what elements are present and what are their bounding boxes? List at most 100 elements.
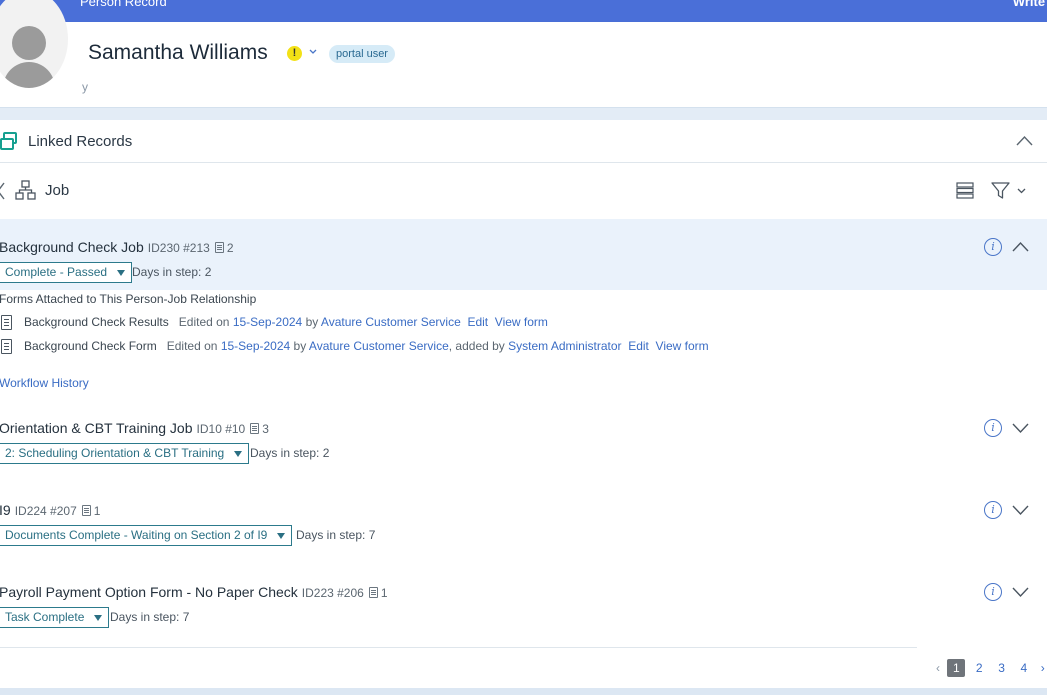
- page-2[interactable]: 2: [970, 659, 989, 677]
- document-icon: [368, 587, 378, 598]
- job-subheader: Job: [0, 163, 1047, 219]
- chevron-down-icon[interactable]: [1012, 423, 1029, 434]
- days-in-step: Days in step: 7: [110, 610, 190, 624]
- status-value: 2: Scheduling Orientation & CBT Training: [5, 446, 225, 460]
- caret-down-icon: [94, 615, 103, 621]
- status-value: Documents Complete - Waiting on Section …: [5, 528, 268, 542]
- job-title-line: I9 ID224 #207 1: [0, 502, 100, 518]
- subsection-title: Job: [45, 182, 70, 199]
- info-icon[interactable]: i: [984, 501, 1002, 519]
- attached-forms: Forms Attached to This Person-Job Relati…: [0, 290, 1047, 400]
- job-id: ID230 #213: [147, 241, 210, 255]
- avatar: [0, 0, 68, 88]
- person-name: Samantha Williams: [88, 41, 268, 64]
- form-name: Background Check Form: [24, 339, 157, 353]
- alert-icon[interactable]: !: [287, 46, 302, 61]
- job-row[interactable]: I9 ID224 #207 1 Documents Complete - Waiti…: [0, 482, 1047, 562]
- top-bar: Person Record Write t: [0, 0, 1047, 22]
- job-id: ID10 #10: [196, 422, 246, 436]
- person-header: Samantha Williams ! portal user: [0, 0, 1047, 88]
- edit-link[interactable]: Edit: [628, 339, 649, 353]
- editor-link[interactable]: Avature Customer Service: [309, 339, 449, 353]
- form-count: 2: [226, 241, 234, 255]
- view-form-link[interactable]: View form: [495, 315, 548, 329]
- status-dropdown[interactable]: 2: Scheduling Orientation & CBT Training: [0, 443, 250, 464]
- added-by-label: , added by: [448, 339, 505, 353]
- days-in-step: Days in step: 7: [296, 528, 376, 542]
- avatar-body: [3, 62, 55, 88]
- days-in-step: Days in step: 2: [250, 446, 330, 460]
- editor-link[interactable]: Avature Customer Service: [321, 315, 461, 329]
- job-id: ID224 #207: [14, 504, 77, 518]
- next-page-icon[interactable]: ›: [1037, 659, 1047, 677]
- edited-date-link[interactable]: 15-Sep-2024: [221, 339, 290, 353]
- status-value: Task Complete: [5, 610, 85, 624]
- avatar-head: [12, 26, 46, 60]
- job-row[interactable]: Payroll Payment Option Form - No Paper C…: [0, 564, 1047, 644]
- caret-down-icon: [234, 451, 243, 457]
- by-label: by: [305, 315, 319, 329]
- edited-date-link[interactable]: 15-Sep-2024: [233, 315, 302, 329]
- chevron-down-icon[interactable]: [1012, 587, 1029, 598]
- job-id: ID223 #206: [301, 586, 364, 600]
- job-title[interactable]: Orientation & CBT Training Job: [0, 420, 193, 436]
- bottom-bar: [0, 688, 1047, 695]
- document-icon: [250, 423, 260, 434]
- job-title-line: Payroll Payment Option Form - No Paper C…: [0, 584, 388, 600]
- workflow-history-link[interactable]: Workflow History: [0, 376, 89, 390]
- form-count: 1: [380, 586, 388, 600]
- linked-records-icon: [0, 132, 17, 150]
- filter-icon[interactable]: [991, 181, 1010, 200]
- days-in-step: Days in step: 2: [132, 265, 212, 279]
- status-dropdown[interactable]: Complete - Passed: [0, 262, 133, 283]
- list-view-icon[interactable]: [956, 182, 974, 199]
- page-4[interactable]: 4: [1014, 659, 1033, 677]
- document-icon: [214, 242, 224, 253]
- header-strip: y: [0, 80, 1047, 108]
- hidden-field-text: y: [82, 80, 88, 94]
- pagination: ‹ 1 2 3 4 ›: [932, 659, 1047, 677]
- chevron-down-icon[interactable]: [1017, 187, 1026, 195]
- chevron-up-icon[interactable]: [1012, 241, 1029, 252]
- chevron-left-icon[interactable]: [0, 181, 6, 201]
- form-icon: [1, 339, 12, 354]
- info-icon[interactable]: i: [984, 419, 1002, 437]
- breadcrumb[interactable]: Person Record: [80, 0, 167, 9]
- info-icon[interactable]: i: [984, 583, 1002, 601]
- edited-label: Edited on: [178, 315, 230, 329]
- edited-label: Edited on: [166, 339, 218, 353]
- job-row[interactable]: Background Check Job ID230 #213 2 Complete…: [0, 219, 1047, 290]
- write-button[interactable]: Write t: [1013, 0, 1047, 9]
- by-label: by: [293, 339, 307, 353]
- chevron-up-icon[interactable]: [1016, 135, 1033, 146]
- panel-title: Linked Records: [28, 133, 133, 150]
- job-title-line: Orientation & CBT Training Job ID10 #10 3: [0, 420, 269, 436]
- info-icon[interactable]: i: [984, 238, 1002, 256]
- divider: [0, 647, 917, 648]
- form-name: Background Check Results: [24, 315, 169, 329]
- page-1[interactable]: 1: [947, 659, 966, 677]
- job-row[interactable]: Orientation & CBT Training Job ID10 #10 3 …: [0, 400, 1047, 480]
- form-icon: [1, 315, 12, 330]
- status-value: Complete - Passed: [5, 265, 108, 279]
- caret-down-icon: [117, 270, 126, 276]
- chevron-down-icon[interactable]: [1012, 505, 1029, 516]
- added-by-link[interactable]: System Administrator: [508, 339, 621, 353]
- status-dropdown[interactable]: Documents Complete - Waiting on Section …: [0, 525, 293, 546]
- status-dropdown[interactable]: Task Complete: [0, 607, 110, 628]
- form-count: 1: [93, 504, 101, 518]
- view-form-link[interactable]: View form: [656, 339, 709, 353]
- job-title[interactable]: I9: [0, 502, 11, 518]
- page-3[interactable]: 3: [992, 659, 1011, 677]
- form-count: 3: [262, 422, 269, 436]
- document-icon: [81, 505, 91, 516]
- portal-user-badge: portal user: [329, 45, 395, 63]
- caret-down-icon: [277, 533, 286, 539]
- job-title[interactable]: Payroll Payment Option Form - No Paper C…: [0, 584, 298, 600]
- chevron-down-icon[interactable]: [308, 46, 318, 58]
- job-title-line: Background Check Job ID230 #213 2: [0, 239, 234, 255]
- previous-page-icon[interactable]: ‹: [932, 659, 944, 677]
- edit-link[interactable]: Edit: [467, 315, 488, 329]
- job-title[interactable]: Background Check Job: [0, 239, 144, 255]
- panel-header: Linked Records: [0, 120, 1047, 163]
